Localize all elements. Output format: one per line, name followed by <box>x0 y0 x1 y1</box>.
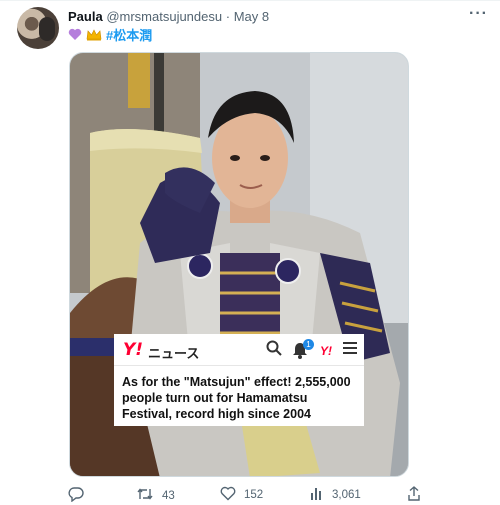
views-button[interactable]: 3,061 <box>310 486 361 503</box>
tweet-text: #松本潤 <box>68 25 152 44</box>
reply-icon <box>68 486 84 505</box>
share-button[interactable] <box>407 486 421 504</box>
views-icon <box>310 486 324 503</box>
views-count: 3,061 <box>332 488 361 501</box>
retweet-count: 43 <box>162 489 175 502</box>
news-card: Y! ニュース 1 Y! As for the "Matsujun" effec… <box>114 334 364 426</box>
tweet[interactable]: Paula @mrsmatsujundesu · May 8 ··· #松本潤 <box>0 0 500 505</box>
news-label: ニュース <box>148 346 200 361</box>
like-icon <box>220 486 236 504</box>
retweet-button[interactable]: 43 <box>136 486 175 505</box>
menu-icon <box>342 341 358 360</box>
tweet-date[interactable]: May 8 <box>234 9 269 24</box>
news-headline: As for the "Matsujun" effect! 2,555,000 … <box>122 375 351 421</box>
news-bar-icons: 1 Y! <box>266 338 358 361</box>
yahoo-logo: Y! <box>123 340 144 360</box>
avatar[interactable] <box>17 7 59 49</box>
author-handle[interactable]: @mrsmatsujundesu <box>106 9 222 24</box>
purple-heart-icon <box>68 28 82 41</box>
notification-badge: 1 <box>303 338 314 350</box>
bell-icon: 1 <box>292 338 314 361</box>
search-icon <box>266 340 282 361</box>
hashtag-link[interactable]: #松本潤 <box>106 25 152 44</box>
news-header-bar: Y! ニュース 1 Y! <box>114 334 364 366</box>
reply-button[interactable] <box>68 486 92 505</box>
yahoo-small-logo: Y! <box>320 343 332 358</box>
separator: · <box>225 9 231 24</box>
retweet-icon <box>136 486 154 505</box>
author-name[interactable]: Paula <box>68 9 103 24</box>
tweet-actions: 43 152 3,061 <box>62 486 442 505</box>
more-icon[interactable]: ··· <box>469 5 488 23</box>
like-count: 152 <box>244 489 264 501</box>
like-button[interactable]: 152 <box>220 486 263 504</box>
share-icon <box>407 486 421 504</box>
tweet-header: Paula @mrsmatsujundesu · May 8 <box>68 9 269 24</box>
crown-icon <box>86 28 102 41</box>
